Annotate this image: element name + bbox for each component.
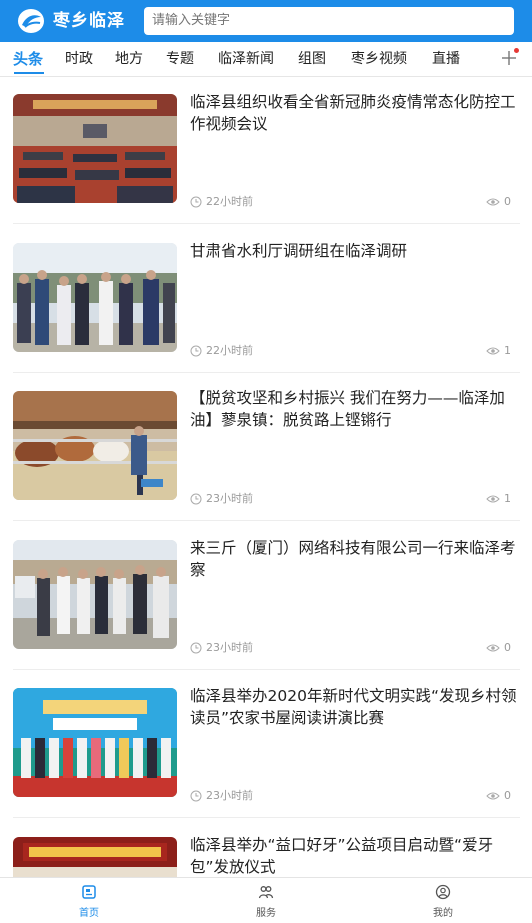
divider [13, 520, 520, 521]
tab-headlines[interactable]: 头条 [13, 42, 43, 76]
list-item[interactable]: 来三斤（厦门）网络科技有限公司一行来临泽考察 23小时前 0 [0, 522, 532, 670]
article-title[interactable]: 临泽县组织收看全省新冠肺炎疫情常态化防控工作视频会议 [190, 91, 520, 135]
eye-icon [486, 198, 500, 206]
tab-linze-news[interactable]: 临泽新闻 [218, 42, 274, 76]
article-time-text: 22小时前 [206, 195, 253, 208]
tab-gallery[interactable]: 组图 [298, 42, 326, 76]
active-tab-indicator [14, 72, 44, 74]
tab-videos[interactable]: 枣乡视频 [351, 42, 407, 76]
nav-home-label: 首页 [79, 908, 99, 919]
article-views-count: 1 [504, 344, 511, 357]
article-title[interactable]: 临泽县举办“益口好牙”公益项目启动暨“爱牙包”发放仪式 [190, 834, 520, 877]
divider [13, 223, 520, 224]
article-title[interactable]: 【脱贫攻坚和乡村振兴 我们在努力——临泽加油】蓼泉镇：脱贫路上铿锵行 [190, 387, 520, 431]
nav-profile[interactable]: 我的 [398, 878, 488, 923]
list-item[interactable]: 【脱贫攻坚和乡村振兴 我们在努力——临泽加油】蓼泉镇：脱贫路上铿锵行 23小时前… [0, 374, 532, 522]
divider [13, 372, 520, 373]
list-item[interactable]: 临泽县组织收看全省新冠肺炎疫情常态化防控工作视频会议 22小时前 0 [0, 77, 532, 225]
article-views-count: 1 [504, 492, 511, 505]
nav-service[interactable]: 服务 [221, 878, 311, 923]
article-thumbnail[interactable] [13, 391, 177, 500]
divider [13, 669, 520, 670]
article-time-text: 22小时前 [206, 344, 253, 357]
channel-tabs: 头条 时政 地方 专题 临泽新闻 组图 枣乡视频 直播 [0, 42, 532, 77]
notification-dot [514, 48, 519, 53]
user-icon [435, 884, 451, 900]
app-header: 枣乡临泽 [0, 0, 532, 42]
tab-politics[interactable]: 时政 [65, 42, 93, 76]
article-time-text: 23小时前 [206, 641, 253, 654]
article-views: 0 [486, 789, 511, 803]
article-views-count: 0 [504, 789, 511, 802]
list-item[interactable]: 甘肃省水利厅调研组在临泽调研 22小时前 1 [0, 225, 532, 373]
article-thumbnail[interactable] [13, 688, 177, 797]
article-views: 0 [486, 641, 511, 655]
service-icon [258, 886, 274, 899]
article-thumbnail[interactable] [13, 94, 177, 203]
list-item[interactable]: 临泽县举办2020年新时代文明实践“发现乡村领读员”农家书屋阅读讲演比赛 23小… [0, 671, 532, 819]
nav-profile-label: 我的 [433, 908, 453, 919]
article-time: 22小时前 [190, 344, 253, 358]
article-time: 23小时前 [190, 641, 253, 655]
article-title[interactable]: 来三斤（厦门）网络科技有限公司一行来临泽考察 [190, 537, 520, 581]
article-title[interactable]: 甘肃省水利厅调研组在临泽调研 [190, 240, 520, 262]
clock-icon [190, 642, 202, 654]
article-thumbnail[interactable] [13, 540, 177, 649]
eye-icon [486, 347, 500, 355]
eye-icon [486, 644, 500, 652]
list-item[interactable]: 临泽县举办“益口好牙”公益项目启动暨“爱牙包”发放仪式 [0, 819, 532, 877]
article-thumbnail[interactable] [13, 243, 177, 352]
article-time: 23小时前 [190, 492, 253, 506]
app-logo-icon[interactable] [17, 8, 45, 34]
article-views: 1 [486, 492, 511, 506]
tab-local[interactable]: 地方 [115, 42, 143, 76]
article-title[interactable]: 临泽县举办2020年新时代文明实践“发现乡村领读员”农家书屋阅读讲演比赛 [190, 685, 520, 729]
clock-icon [190, 196, 202, 208]
article-views: 0 [486, 195, 511, 209]
article-views-count: 0 [504, 195, 511, 208]
nav-home[interactable]: 首页 [44, 878, 134, 923]
article-thumbnail[interactable] [13, 837, 177, 877]
eye-icon [486, 792, 500, 800]
article-list: 临泽县组织收看全省新冠肺炎疫情常态化防控工作视频会议 22小时前 0 甘肃省水利… [0, 77, 532, 877]
clock-icon [190, 493, 202, 505]
news-icon [82, 885, 96, 899]
tab-topics[interactable]: 专题 [166, 42, 194, 76]
tab-live[interactable]: 直播 [432, 42, 460, 76]
article-time-text: 23小时前 [206, 492, 253, 505]
article-time: 22小时前 [190, 195, 253, 209]
eye-icon [486, 495, 500, 503]
article-views-count: 0 [504, 641, 511, 654]
app-brand: 枣乡临泽 [53, 11, 125, 31]
article-time-text: 23小时前 [206, 789, 253, 802]
bottom-navigation: 首页 服务 我的 [0, 877, 532, 923]
clock-icon [190, 345, 202, 357]
clock-icon [190, 790, 202, 802]
nav-service-label: 服务 [256, 908, 276, 919]
article-time: 23小时前 [190, 789, 253, 803]
search-input[interactable] [144, 7, 514, 35]
divider [13, 817, 520, 818]
article-views: 1 [486, 344, 511, 358]
